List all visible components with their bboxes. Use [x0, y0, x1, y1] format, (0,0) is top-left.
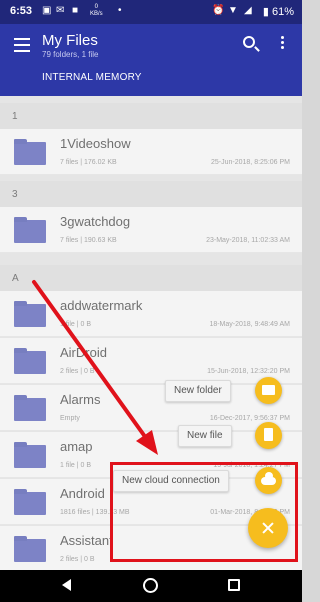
app-bar: My Files 79 folders, 1 file INTERNAL MEM…	[0, 24, 302, 96]
status-time: 6:53	[10, 5, 33, 17]
image-icon: ▣	[42, 5, 52, 16]
home-icon[interactable]	[143, 578, 158, 593]
text-icon: ■	[72, 5, 79, 16]
more-options-icon[interactable]	[281, 36, 285, 52]
system-nav-bar	[0, 570, 302, 602]
annotation-highlight-box	[110, 462, 298, 562]
battery-indicator: ▮ 61%	[263, 5, 294, 18]
new-file-button[interactable]	[255, 422, 282, 449]
wifi-icon: ▼	[228, 5, 238, 16]
new-file-label[interactable]: New file	[178, 425, 232, 447]
status-bar: 6:53 ▣ ✉ ■ 0 KB/s • ⏰ ▼ ◢ ▮ 61%	[0, 0, 302, 24]
network-speed: 0 KB/s	[90, 4, 103, 17]
notification-dot-icon: •	[118, 5, 122, 16]
new-folder-button[interactable]	[255, 377, 282, 404]
new-folder-label[interactable]: New folder	[165, 380, 231, 402]
tab-internal-memory[interactable]: INTERNAL MEMORY	[42, 72, 142, 83]
folder-icon	[262, 385, 275, 395]
page-title: My Files	[42, 32, 98, 49]
battery-percent: 61%	[271, 6, 294, 18]
signal-icon: ◢	[244, 5, 252, 16]
back-icon[interactable]	[62, 579, 71, 591]
alarm-icon: ⏰	[212, 5, 225, 16]
file-icon	[264, 428, 273, 441]
folder-count: 79 folders, 1 file	[42, 50, 99, 59]
search-icon[interactable]	[243, 36, 255, 48]
mail-icon: ✉	[56, 5, 65, 16]
recent-apps-icon[interactable]	[228, 579, 240, 591]
hamburger-menu-icon[interactable]	[14, 38, 30, 52]
battery-icon: ▮	[262, 6, 269, 18]
